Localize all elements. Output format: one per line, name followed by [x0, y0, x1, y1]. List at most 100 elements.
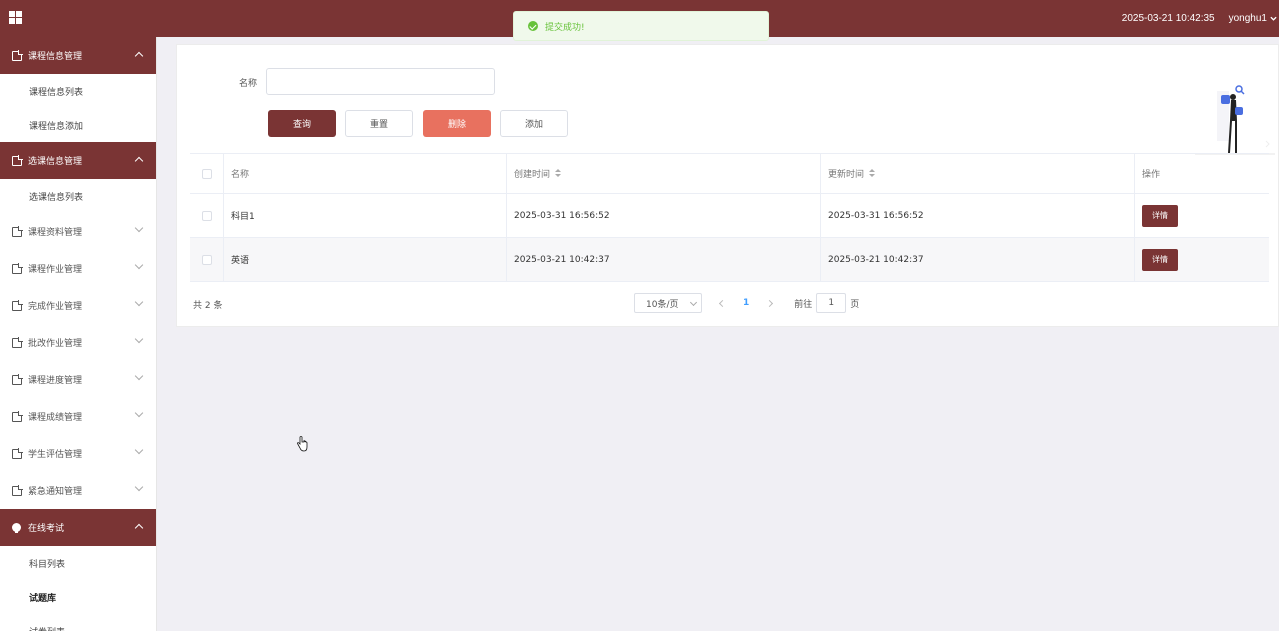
cell-name: 英语 [224, 238, 507, 281]
username: yonghu1 [1228, 13, 1267, 24]
menu-edit-icon [12, 336, 23, 348]
chevron-down-icon [134, 260, 144, 270]
menu-group-label: 学生评估管理 [28, 450, 83, 460]
sidebar-item-course-list[interactable]: 课程信息列表 [0, 74, 156, 108]
sidebar-item-enrollment-list[interactable]: 选课信息列表 [0, 179, 156, 213]
menu-group-evaluation[interactable]: 学生评估管理 [0, 435, 156, 472]
menu-edit-icon [12, 373, 23, 385]
menu-group-progress[interactable]: 课程进度管理 [0, 361, 156, 398]
menu-group-label: 课程信息管理 [28, 52, 83, 62]
menu-edit-icon [12, 410, 23, 422]
menu-grid-icon[interactable] [9, 11, 22, 24]
menu-group-course-info[interactable]: 课程信息管理 [0, 37, 156, 74]
success-toast: 提交成功! [513, 11, 769, 41]
menu-edit-icon [12, 225, 23, 237]
cell-name: 科目1 [224, 194, 507, 237]
menu-group-label: 紧急通知管理 [28, 487, 83, 497]
cell-actions: 详情 [1135, 238, 1269, 281]
prev-page-icon[interactable] [718, 299, 727, 307]
goto-label: 前往 [794, 299, 813, 310]
cell-updated: 2025-03-31 16:56:52 [821, 194, 1135, 237]
row-checkbox[interactable] [201, 210, 212, 221]
menu-group-label: 选课信息管理 [28, 157, 83, 167]
chevron-down-icon [1270, 16, 1277, 21]
total-count: 共 2 条 [193, 301, 223, 311]
reset-button[interactable]: 重置 [345, 110, 413, 137]
sort-icon[interactable] [869, 169, 876, 178]
menu-group-materials[interactable]: 课程资料管理 [0, 213, 156, 250]
chevron-down-icon [134, 334, 144, 344]
row-select-cell [190, 238, 224, 281]
menu-edit-icon [12, 447, 23, 459]
topbar-right: 2025-03-21 10:42:35 yonghu1 [1122, 0, 1277, 37]
sidebar-item-subject-list[interactable]: 科目列表 [0, 546, 156, 580]
chevron-up-icon [134, 156, 144, 166]
delete-button[interactable]: 删除 [423, 110, 491, 137]
header-name: 名称 [224, 154, 507, 193]
lightbulb-icon [12, 523, 21, 533]
query-button[interactable]: 查询 [268, 110, 336, 137]
header-created[interactable]: 创建时间 [507, 154, 821, 193]
detail-button[interactable]: 详情 [1142, 204, 1178, 227]
row-select-cell [190, 194, 224, 237]
goto-page-input[interactable]: 1 [816, 293, 847, 313]
menu-group-online-exam[interactable]: 在线考试 [0, 509, 156, 546]
menu-edit-icon [12, 299, 23, 311]
menu-group-label: 课程进度管理 [28, 376, 83, 386]
menu-edit-icon [12, 484, 23, 496]
cell-created: 2025-03-31 16:56:52 [507, 194, 821, 237]
content-card: 名称 查询 重置 删除 添加 名称 创建时间 更新时间 操作 科目1 2025-… [176, 44, 1279, 327]
search-label: 名称 [239, 79, 258, 89]
user-menu[interactable]: yonghu1 [1229, 13, 1277, 24]
menu-group-enrollment[interactable]: 选课信息管理 [0, 142, 156, 179]
chevron-up-icon [134, 523, 144, 533]
table-header-row: 名称 创建时间 更新时间 操作 [190, 154, 1269, 194]
header-updated[interactable]: 更新时间 [821, 154, 1135, 193]
menu-group-scores[interactable]: 课程成绩管理 [0, 398, 156, 435]
sidebar-item-exam-list[interactable]: 试卷列表 [0, 614, 156, 631]
detail-button[interactable]: 详情 [1142, 248, 1178, 271]
row-checkbox[interactable] [201, 254, 212, 265]
chevron-down-icon [134, 223, 144, 233]
select-all-cell [190, 154, 224, 193]
menu-group-label: 课程资料管理 [28, 228, 83, 238]
menu-edit-icon [12, 262, 23, 274]
menu-edit-icon [12, 49, 23, 61]
header-updated-label: 更新时间 [828, 170, 865, 180]
menu-edit-icon [12, 154, 23, 166]
header-created-label: 创建时间 [514, 170, 551, 180]
table-row: 英语 2025-03-21 10:42:37 2025-03-21 10:42:… [190, 238, 1269, 282]
menu-group-label: 批改作业管理 [28, 339, 83, 349]
menu-group-grading[interactable]: 批改作业管理 [0, 324, 156, 361]
header-actions: 操作 [1142, 170, 1161, 180]
chevron-down-icon [134, 408, 144, 418]
sidebar: 课程信息管理 课程信息列表 课程信息添加 选课信息管理 选课信息列表 课程资料管… [0, 37, 157, 631]
sidebar-item-course-add[interactable]: 课程信息添加 [0, 108, 156, 142]
success-check-icon [528, 21, 538, 31]
name-search-input[interactable] [266, 68, 495, 95]
page-size-value: 10条/页 [646, 299, 679, 310]
next-page-icon[interactable] [766, 299, 774, 307]
menu-group-label: 完成作业管理 [28, 302, 83, 312]
subjects-table: 名称 创建时间 更新时间 操作 科目1 2025-03-31 16:56:52 … [190, 153, 1269, 282]
current-datetime: 2025-03-21 10:42:35 [1121, 13, 1215, 24]
cell-created: 2025-03-21 10:42:37 [507, 238, 821, 281]
toast-message: 提交成功! [545, 22, 585, 33]
menu-group-label: 在线考试 [28, 524, 65, 534]
select-all-checkbox[interactable] [201, 168, 212, 179]
table-row: 科目1 2025-03-31 16:56:52 2025-03-31 16:56… [190, 194, 1269, 238]
menu-group-completed-homework[interactable]: 完成作业管理 [0, 287, 156, 324]
page-number-current[interactable]: 1 [743, 298, 749, 308]
cell-updated: 2025-03-21 10:42:37 [821, 238, 1135, 281]
menu-group-homework[interactable]: 课程作业管理 [0, 250, 156, 287]
chevron-down-icon [689, 298, 698, 307]
cell-actions: 详情 [1135, 194, 1269, 237]
sort-icon[interactable] [555, 169, 562, 178]
menu-group-label: 课程作业管理 [28, 265, 83, 275]
add-button[interactable]: 添加 [500, 110, 568, 137]
chevron-up-icon [134, 51, 144, 61]
hand-cursor-icon [297, 436, 308, 452]
menu-group-notices[interactable]: 紧急通知管理 [0, 472, 156, 509]
page-size-select[interactable]: 10条/页 [634, 293, 702, 313]
sidebar-item-question-bank[interactable]: 试题库 [0, 580, 156, 614]
